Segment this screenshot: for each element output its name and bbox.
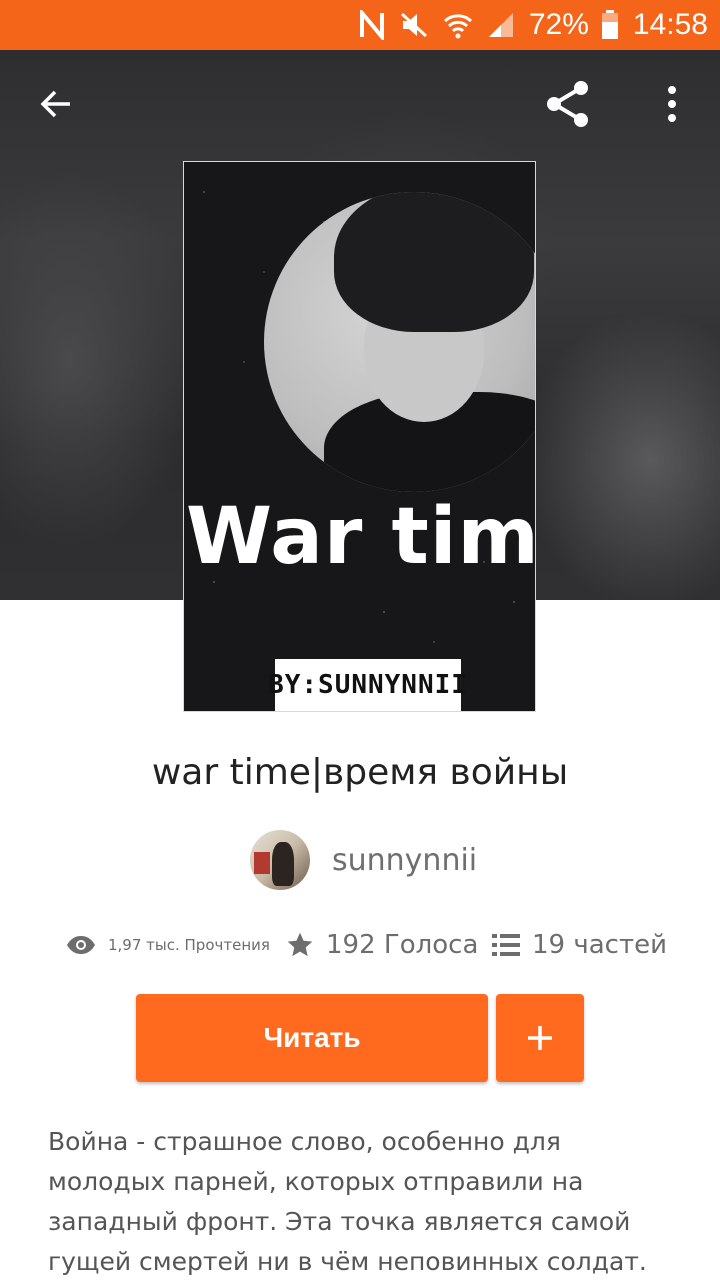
plus-icon [526, 1024, 554, 1052]
book-cover[interactable]: War time BY:SUNNYNNII [184, 162, 535, 711]
list-icon [492, 933, 520, 957]
mute-icon [399, 10, 429, 40]
description-line: Война - страшное слово, особенно для [48, 1127, 561, 1156]
nfc-icon [359, 10, 385, 40]
author-name: sunnynnii [332, 842, 478, 878]
wifi-icon [443, 11, 473, 39]
cover-byline: BY:SUNNYNNII [268, 659, 467, 711]
status-bar: 72% 14:58 [0, 0, 720, 50]
description-line: гущей смертей ни в чём неповинных солдат… [48, 1247, 647, 1276]
status-icons: 72% 14:58 [359, 0, 720, 50]
more-vertical-icon [667, 85, 677, 127]
votes-stat: 192 Голоса [286, 920, 478, 970]
arrow-left-icon [38, 86, 74, 127]
more-options-button[interactable] [642, 76, 702, 136]
signal-icon [487, 11, 515, 39]
avatar [250, 830, 310, 890]
battery-percent: 72% [528, 8, 589, 41]
description-line: западный фронт. Эта точка является самой [48, 1207, 631, 1236]
story-description: Война - страшное слово, особенно для мол… [48, 1122, 688, 1282]
reads-stat: 1,97 тыс. Прочтения [66, 920, 270, 970]
reads-count: 1,97 тыс. Прочтения [108, 936, 270, 954]
author-link[interactable]: sunnynnii [250, 830, 477, 890]
parts-count: 19 частей [532, 930, 667, 960]
clock: 14:58 [632, 8, 708, 41]
read-button-label: Читать [263, 1022, 361, 1053]
read-button[interactable]: Читать [136, 994, 488, 1082]
description-line: молодых парней, которых отправили на [48, 1167, 584, 1196]
back-button[interactable] [26, 76, 86, 136]
story-stats: 1,97 тыс. Прочтения 192 Голоса 19 частей [0, 920, 720, 970]
battery-icon [601, 10, 619, 40]
votes-count: 192 Голоса [326, 930, 479, 960]
cover-title: War time [186, 492, 535, 582]
share-button[interactable] [538, 76, 598, 136]
eye-icon [66, 935, 96, 955]
parts-stat: 19 частей [492, 920, 667, 970]
star-icon [286, 931, 314, 959]
story-title: war time|время войны [151, 752, 569, 793]
add-to-library-button[interactable] [496, 994, 584, 1082]
share-icon [543, 79, 593, 134]
